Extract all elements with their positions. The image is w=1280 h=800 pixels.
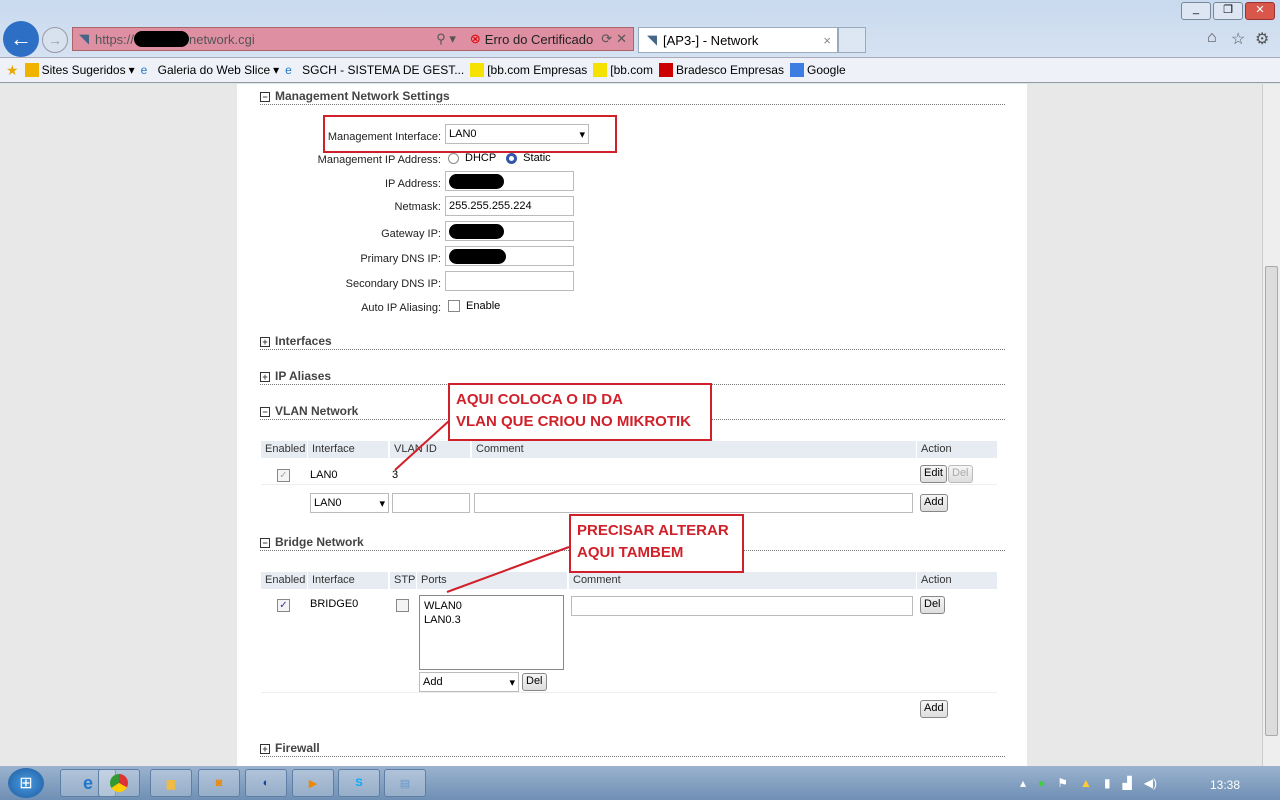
minimize-button[interactable]: _ bbox=[1181, 2, 1211, 20]
info-icon[interactable]: ● bbox=[1038, 776, 1045, 790]
taskbar-chrome[interactable] bbox=[98, 769, 140, 797]
annotation-vlan: AQUI COLOCA O ID DA VLAN QUE CRIOU NO MI… bbox=[448, 383, 712, 441]
fav-sites-sugeridos[interactable]: Sites Sugeridos ▾ bbox=[24, 63, 135, 77]
rss-icon: ◥ bbox=[647, 32, 657, 47]
stop-icon[interactable]: ✕ bbox=[616, 31, 627, 47]
favorites-bar: ★ Sites Sugeridos ▾ e Galeria do Web Slic… bbox=[0, 57, 1280, 83]
bradesco-icon bbox=[658, 63, 673, 77]
search-icon[interactable]: ⚲ ▾ bbox=[436, 31, 456, 47]
address-bar[interactable]: ◥ https:// network.cgi ⚲ ▾ ⊗ Erro do Cer… bbox=[72, 27, 634, 51]
bb-icon bbox=[470, 63, 485, 77]
forward-button[interactable]: → bbox=[42, 27, 68, 53]
page-content: − Management Network Settings Management … bbox=[237, 84, 1027, 766]
taskbar-media[interactable]: ▶ bbox=[292, 769, 334, 797]
favorites-star-icon[interactable]: ★ bbox=[6, 62, 19, 79]
clock[interactable]: 13:38 bbox=[1210, 778, 1240, 792]
ie-icon: e bbox=[285, 63, 292, 77]
fav-sgch[interactable]: e SGCH - SISTEMA DE GEST... bbox=[285, 63, 464, 77]
cert-error[interactable]: Erro do Certificado bbox=[485, 32, 593, 47]
bing-icon bbox=[24, 63, 39, 77]
close-button[interactable]: ✕ bbox=[1245, 2, 1275, 20]
taskbar-app[interactable]: ◐ bbox=[245, 769, 287, 797]
rss-icon: ◥ bbox=[79, 31, 89, 46]
volume-icon[interactable]: ◀) bbox=[1144, 776, 1157, 790]
ie-icon: e bbox=[140, 63, 148, 77]
drive-icon[interactable]: ▲ bbox=[1080, 776, 1092, 790]
redacted bbox=[134, 31, 190, 47]
scrollbar[interactable] bbox=[1262, 84, 1280, 766]
close-tab-icon[interactable]: × bbox=[823, 33, 831, 48]
cert-error-icon[interactable]: ⊗ bbox=[470, 31, 481, 47]
gear-icon[interactable]: ⚙ bbox=[1255, 29, 1269, 49]
refresh-icon[interactable]: ⟳ bbox=[601, 31, 612, 47]
bb-icon bbox=[593, 63, 608, 77]
google-icon bbox=[789, 63, 804, 77]
favorites-star-icon[interactable]: ☆ bbox=[1231, 29, 1245, 49]
new-tab-button[interactable] bbox=[838, 27, 866, 53]
restore-button[interactable]: ❐ bbox=[1213, 2, 1243, 20]
home-icon[interactable]: ⌂ bbox=[1207, 29, 1217, 47]
fav-google[interactable]: Google bbox=[789, 63, 846, 77]
taskbar-skype[interactable]: S bbox=[338, 769, 380, 797]
tab-network[interactable]: ◥ [AP3-] - Network × bbox=[638, 27, 838, 53]
battery-icon[interactable]: ▮ bbox=[1104, 776, 1111, 790]
taskbar: ⊞ e ▆ ◙ ◐ ▶ S ▤ ▴ ● ⚑ ▲ ▮ ▟ ◀) 13:38 bbox=[0, 766, 1280, 800]
start-button[interactable]: ⊞ bbox=[8, 768, 44, 798]
taskbar-outlook[interactable]: ◙ bbox=[198, 769, 240, 797]
annotation-bridge: PRECISAR ALTERAR AQUI TAMBEM bbox=[569, 514, 744, 573]
fav-web-slice[interactable]: e Galeria do Web Slice ▾ bbox=[141, 63, 280, 77]
taskbar-notepad[interactable]: ▤ bbox=[384, 769, 426, 797]
scrollbar-thumb[interactable] bbox=[1265, 266, 1278, 736]
back-button[interactable]: ← bbox=[3, 21, 39, 57]
flag-icon[interactable]: ⚑ bbox=[1057, 776, 1068, 790]
fav-bb-empresas[interactable]: [bb.com Empresas bbox=[470, 63, 587, 77]
fav-bradesco[interactable]: Bradesco Empresas bbox=[658, 63, 784, 77]
tray-arrow-icon[interactable]: ▴ bbox=[1020, 776, 1026, 790]
signal-icon[interactable]: ▟ bbox=[1123, 776, 1132, 790]
system-tray: ▴ ● ⚑ ▲ ▮ ▟ ◀) bbox=[1020, 776, 1157, 790]
fav-bb[interactable]: [bb.com bbox=[593, 63, 653, 77]
taskbar-explorer[interactable]: ▆ bbox=[150, 769, 192, 797]
